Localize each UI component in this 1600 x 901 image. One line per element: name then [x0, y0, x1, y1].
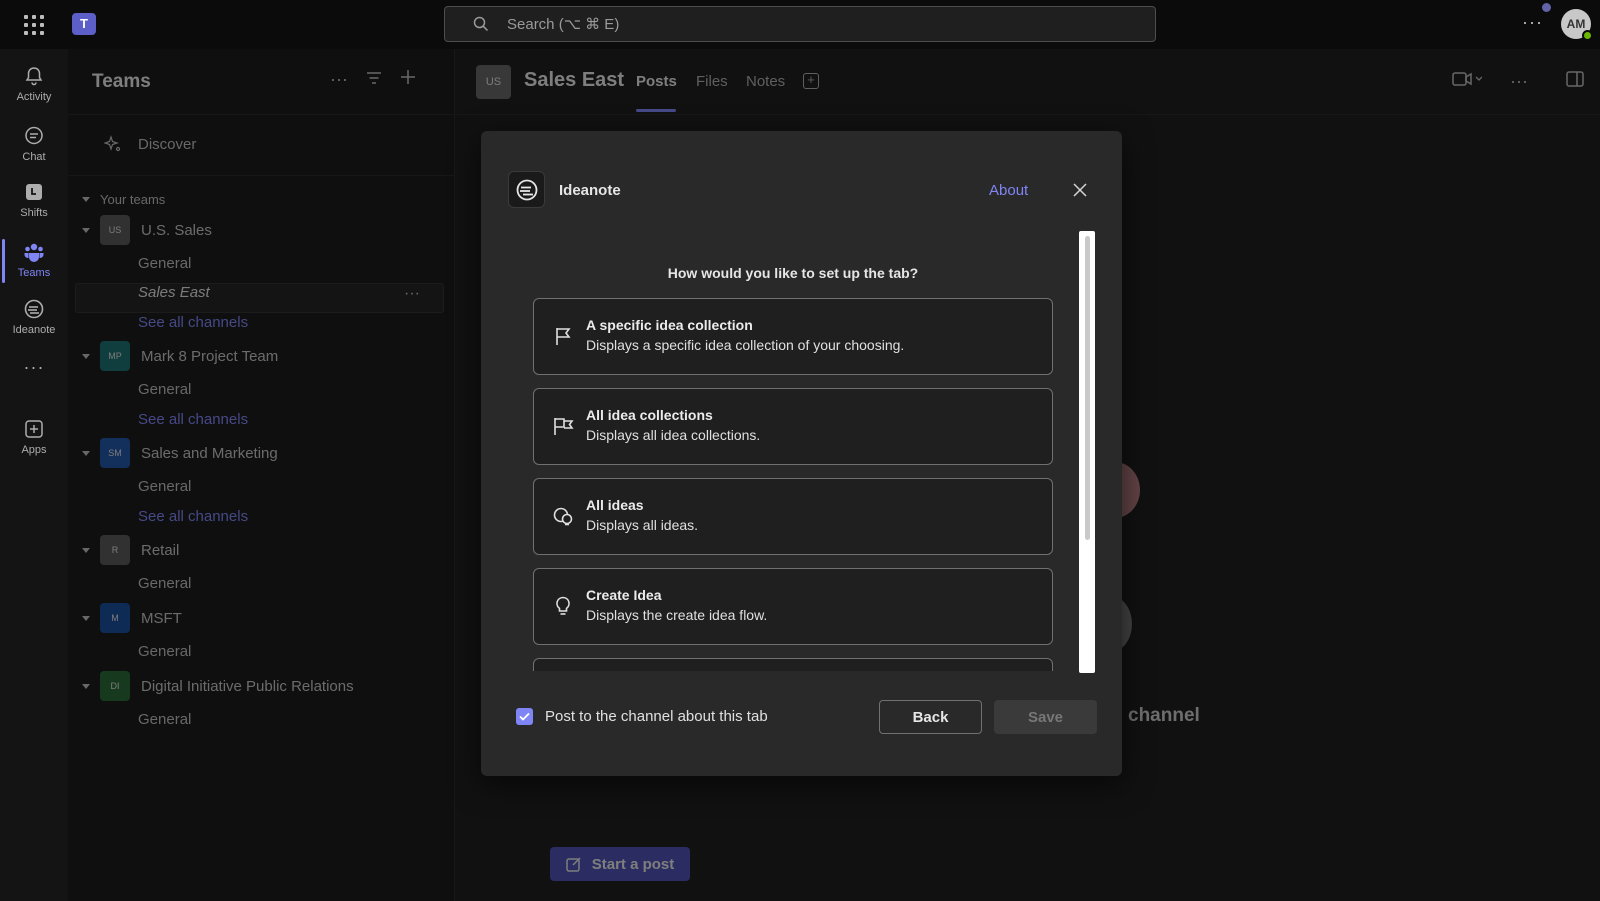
avatar-initials: AM	[1566, 17, 1586, 31]
rail-item-teams[interactable]: Teams	[0, 233, 68, 289]
option-description: Displays the create idea flow.	[586, 607, 768, 623]
option-title: All idea collections	[586, 407, 713, 423]
rail-more-icon[interactable]: ···	[0, 357, 68, 381]
about-link[interactable]: About	[989, 182, 1028, 199]
app-rail: Activity Chat Shifts Teams Ideanote ··· …	[0, 49, 68, 901]
option-specific-collection[interactable]: A specific idea collection Displays a sp…	[533, 298, 1053, 375]
rail-item-shifts[interactable]: Shifts	[0, 173, 68, 229]
rail-item-activity[interactable]: Activity	[0, 57, 68, 113]
more-options-icon[interactable]: ···	[1522, 12, 1543, 33]
rail-item-ideanote[interactable]: Ideanote	[0, 290, 68, 346]
option-title: Create Idea	[586, 587, 662, 603]
teams-logo-icon: T	[72, 13, 96, 35]
rail-label: Teams	[17, 267, 51, 279]
shifts-icon	[26, 184, 42, 200]
rail-label: Ideanote	[12, 324, 56, 336]
search-bar[interactable]: Search (⌥ ⌘ E)	[444, 6, 1156, 42]
option-title: A specific idea collection	[586, 317, 753, 333]
rail-item-apps[interactable]: Apps	[0, 410, 68, 466]
search-placeholder: Search (⌥ ⌘ E)	[507, 16, 620, 33]
flags-icon	[554, 418, 574, 435]
rail-label: Apps	[21, 444, 47, 456]
bell-icon	[25, 67, 43, 86]
rail-item-chat[interactable]: Chat	[0, 117, 68, 173]
ideanote-icon	[24, 299, 44, 319]
rail-label: Chat	[22, 151, 46, 163]
back-button[interactable]: Back	[879, 700, 982, 734]
app-launcher-icon[interactable]	[24, 15, 44, 35]
option-description: Displays a specific idea collection of y…	[586, 337, 905, 353]
avatar[interactable]: AM	[1561, 9, 1593, 41]
post-to-channel-label: Post to the channel about this tab	[545, 708, 768, 725]
option-more[interactable]	[533, 658, 1053, 671]
dialog-app-name: Ideanote	[559, 182, 621, 199]
teams-icon	[24, 243, 44, 262]
option-all-collections[interactable]: All idea collections Displays all idea c…	[533, 388, 1053, 465]
dialog-content: How would you like to set up the tab? A …	[533, 231, 1086, 671]
presence-status-icon	[1582, 30, 1593, 41]
lightbulb-icon	[556, 596, 570, 615]
top-bar: T Search (⌥ ⌘ E) ··· AM	[0, 0, 1600, 49]
ideas-icon	[553, 507, 573, 526]
chat-icon	[25, 126, 43, 145]
flag-icon	[556, 328, 571, 345]
option-all-ideas[interactable]: All ideas Displays all ideas.	[533, 478, 1053, 555]
option-description: Displays all ideas.	[586, 517, 699, 533]
notification-dot	[1542, 3, 1551, 12]
checkmark-icon	[519, 712, 530, 721]
apps-icon	[25, 420, 43, 438]
close-icon[interactable]	[1071, 181, 1089, 199]
search-icon	[473, 16, 489, 32]
post-to-channel-checkbox[interactable]	[516, 708, 533, 725]
option-create-idea[interactable]: Create Idea Displays the create idea flo…	[533, 568, 1053, 645]
setup-question: How would you like to set up the tab?	[667, 265, 919, 281]
dialog-scrollbar-thumb[interactable]	[1085, 236, 1090, 540]
rail-label: Activity	[16, 91, 52, 103]
save-button[interactable]: Save	[994, 700, 1097, 734]
tab-setup-dialog: Ideanote About How would you like to set…	[481, 131, 1122, 776]
rail-label: Shifts	[20, 207, 48, 219]
option-description: Displays all idea collections.	[586, 427, 761, 443]
ideanote-logo-icon	[508, 171, 545, 208]
option-title: All ideas	[586, 497, 644, 513]
